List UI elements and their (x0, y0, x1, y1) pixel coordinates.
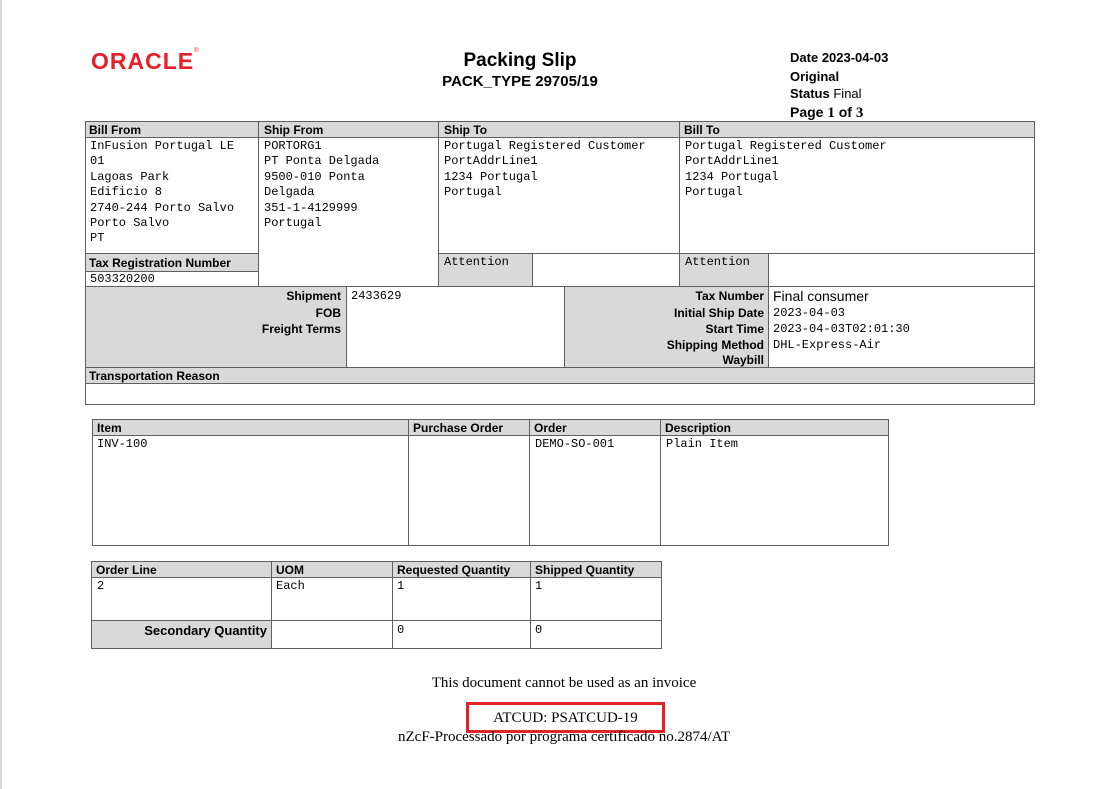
transport-reason-band (86, 368, 1034, 383)
shipment-label: Shipment (286, 289, 341, 303)
requested-quantity-header: Requested Quantity (397, 563, 511, 577)
divider (408, 419, 409, 546)
divider (91, 577, 662, 578)
order-line-cell: 2 (97, 579, 105, 593)
atcud-code: ATCUD: PSATCUD-19 (493, 710, 638, 726)
shipment-block (85, 286, 1035, 405)
ship-to-label: Ship To (444, 123, 488, 137)
initial-ship-date-label: Initial Ship Date (673, 306, 764, 320)
shipped-quantity-header: Shipped Quantity (535, 563, 635, 577)
ship-to-address: Portugal Registered Customer PortAddrLin… (444, 139, 646, 200)
bill-to-address: Portugal Registered Customer PortAddrLin… (685, 139, 887, 200)
copy-label: Original (790, 69, 840, 84)
initial-ship-date-value: 2023-04-03 (773, 306, 846, 320)
tax-number-value: Final consumer (773, 288, 869, 304)
divider (768, 286, 769, 367)
divider (258, 121, 259, 287)
divider (271, 561, 272, 649)
attention-label-ship: Attention (444, 255, 509, 269)
bill-to-label: Bill To (684, 123, 720, 137)
start-time-value: 2023-04-03T02:01:30 (773, 322, 910, 336)
divider (92, 435, 889, 436)
secondary-requested-cell: 0 (397, 623, 405, 637)
freight-terms-label: Freight Terms (261, 322, 341, 336)
order-line-header: Order Line (96, 563, 157, 577)
divider (85, 137, 1035, 138)
page-edge (0, 0, 2, 789)
document-title: Packing Slip (463, 50, 577, 71)
description-header: Description (665, 421, 732, 435)
order-cell: DEMO-SO-001 (535, 437, 615, 451)
divider (660, 419, 661, 546)
uom-header: UOM (276, 563, 304, 577)
transportation-reason-label: Transportation Reason (89, 369, 220, 383)
page-indicator: Page 1 of 3 (790, 104, 864, 121)
shipping-method-value: DHL-Express-Air (773, 338, 882, 352)
oracle-logo: ORACLE® (91, 48, 199, 74)
document-subtitle: PACK_TYPE 29705/19 (442, 73, 598, 90)
tax-number-label: Tax Number (695, 289, 764, 303)
divider (530, 561, 531, 649)
uom-cell: Each (276, 579, 305, 593)
divider (392, 561, 393, 649)
bill-from-address: InFusion Portugal LE 01 Lagoas Park Edif… (90, 139, 235, 246)
date-line: Date 2023-04-03 (790, 50, 889, 65)
description-cell: Plain Item (666, 437, 739, 451)
divider (91, 620, 662, 621)
certification-text: nZcF-Processado por programa certificado… (398, 729, 730, 745)
divider (438, 253, 1035, 254)
shipment-value: 2433629 (351, 289, 402, 303)
ship-from-label: Ship From (264, 123, 324, 137)
divider (85, 383, 1035, 384)
invoice-notice: This document cannot be used as an invoi… (431, 675, 697, 691)
shipping-method-label: Shipping Method (666, 338, 764, 352)
divider (564, 286, 565, 367)
divider (529, 419, 530, 546)
secondary-shipped-cell: 0 (535, 623, 543, 637)
tax-registration-label: Tax Registration Number (89, 256, 231, 270)
divider (768, 253, 769, 287)
divider (532, 253, 533, 287)
fob-label: FOB (315, 306, 341, 320)
requested-quantity-cell: 1 (397, 579, 405, 593)
item-header: Item (97, 421, 122, 435)
start-time-label: Start Time (705, 322, 764, 336)
divider (85, 253, 259, 254)
item-cell: INV-100 (97, 437, 148, 451)
waybill-label: Waybill (722, 353, 764, 367)
attention-label-bill: Attention (685, 255, 750, 269)
shipped-quantity-cell: 1 (535, 579, 543, 593)
ship-from-address: PORTORG1 PT Ponta Delgada 9500-010 Ponta… (264, 139, 380, 231)
bill-from-label: Bill From (89, 123, 142, 137)
secondary-quantity-label: Secondary Quantity (144, 623, 267, 638)
items-table (92, 419, 889, 546)
divider (346, 286, 347, 367)
purchase-order-header: Purchase Order (413, 421, 504, 435)
order-header: Order (534, 421, 567, 435)
status-line: Status Final (790, 86, 862, 101)
